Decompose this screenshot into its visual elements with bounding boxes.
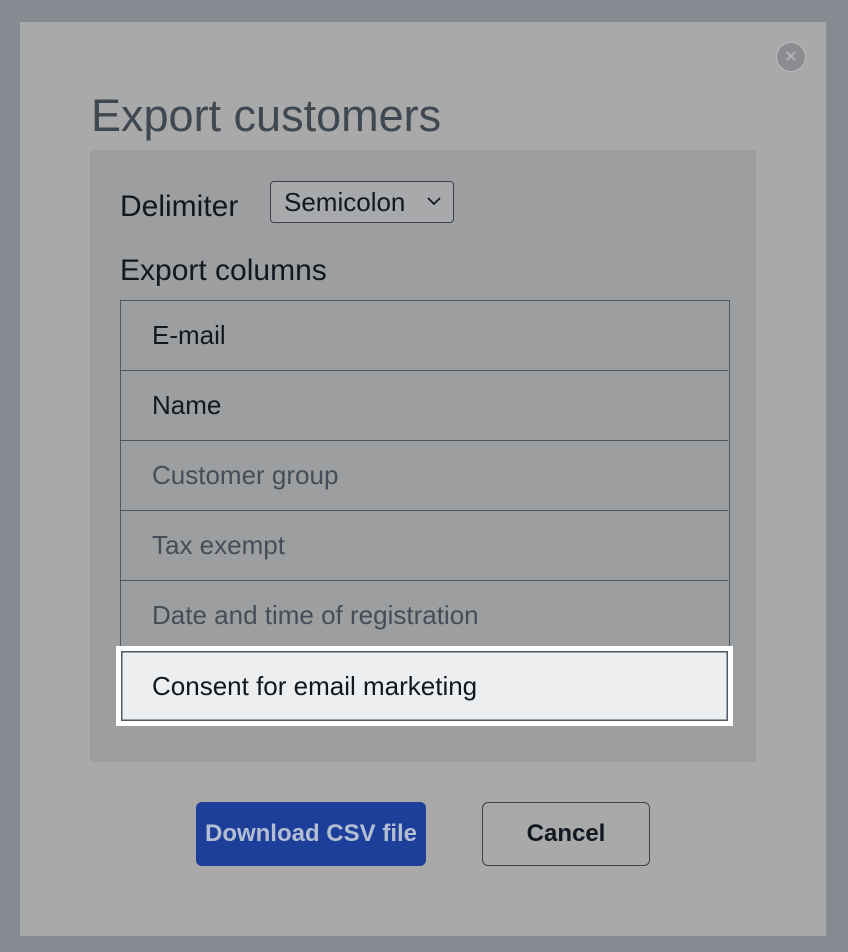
column-option-label: E-mail [152, 320, 226, 350]
delimiter-label: Delimiter [120, 190, 239, 223]
column-option-label: Tax exempt [152, 530, 285, 560]
cancel-button[interactable]: Cancel [482, 802, 650, 866]
export-dialog: ✕ Export customers Delimiter Semicolon E… [20, 22, 826, 936]
column-option-label: Name [152, 390, 222, 420]
delimiter-select[interactable]: Semicolon [270, 181, 454, 223]
close-icon: ✕ [784, 47, 798, 66]
dialog-title: Export customers [91, 90, 442, 141]
delimiter-selected-value: Semicolon [284, 186, 406, 217]
column-option-email-consent[interactable]: Consent for email marketing [116, 646, 733, 726]
export-columns-list[interactable]: E-mail Name Customer group Tax exempt Da… [116, 300, 733, 726]
column-option-label: Consent for email marketing [152, 670, 478, 701]
chevron-down-icon [427, 197, 441, 206]
column-option-tax-exempt[interactable]: Tax exempt [121, 511, 728, 581]
column-option-registration-date[interactable]: Date and time of registration [121, 581, 728, 651]
export-columns-label: Export columns [120, 254, 327, 287]
column-option-email[interactable]: E-mail [121, 301, 728, 371]
column-option-customer-group[interactable]: Customer group [121, 441, 728, 511]
close-button[interactable]: ✕ [776, 42, 806, 72]
export-settings-panel: Delimiter Semicolon Export columns E-mai… [90, 150, 756, 762]
column-option-name[interactable]: Name [121, 371, 728, 441]
download-csv-button[interactable]: Download CSV file [196, 802, 426, 866]
column-option-label: Date and time of registration [152, 600, 479, 630]
column-option-label: Customer group [152, 460, 339, 490]
